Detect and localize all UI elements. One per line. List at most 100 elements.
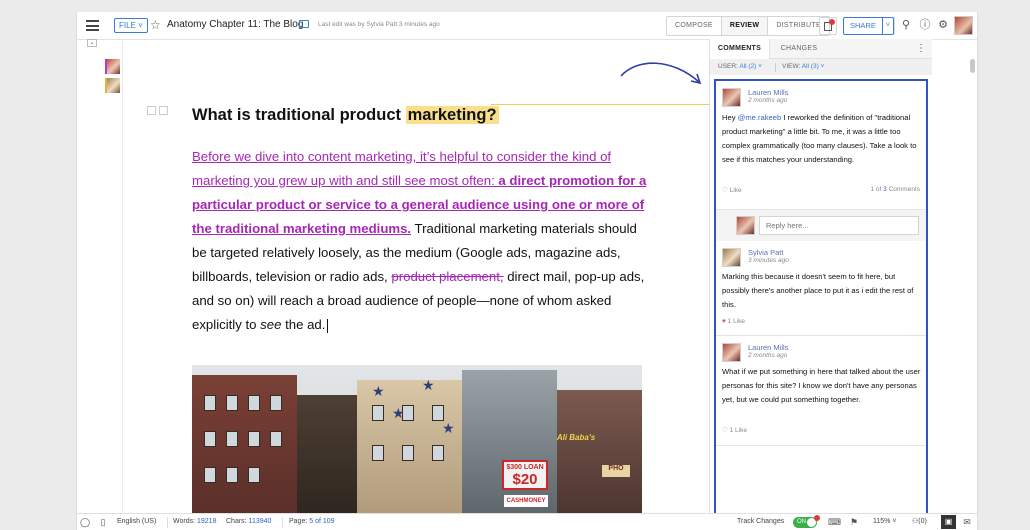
star-decoration-icon: ★ [422, 377, 435, 393]
storefront-sign: PHO [602, 465, 630, 477]
user-filter-value: All (2) ˅ [739, 63, 762, 70]
user-search-icon[interactable]: ⚲ [899, 18, 913, 32]
image-building [462, 370, 557, 515]
user-avatar[interactable] [954, 16, 973, 35]
reply-row [716, 209, 926, 241]
document-paragraph[interactable]: Before we dive into content marketing, i… [192, 145, 652, 337]
collaborator-avatar[interactable] [105, 59, 120, 74]
keyboard-icon[interactable]: ⌨ [828, 516, 841, 528]
comment-text-part: Hey [722, 113, 738, 122]
like-button[interactable]: ♡ 1 Like [722, 426, 747, 434]
avatar [722, 88, 741, 107]
document-alert-icon[interactable] [819, 17, 837, 35]
page-value: 5 [309, 518, 314, 525]
article-image[interactable]: ★ ★ ★ ★ Ali Baba's $300 LOAN $20 PHO CAS… [192, 365, 642, 515]
comment-timestamp: 2 months ago [748, 352, 788, 359]
add-block-icon[interactable] [147, 106, 156, 115]
comments-panel: COMMENTS CHANGES ⋮ USER: All (2) ˅ VIEW:… [709, 39, 932, 530]
more-options-icon[interactable]: ⋮ [916, 43, 926, 55]
flag-icon[interactable]: ⚑ [848, 516, 860, 528]
tab-comments[interactable]: COMMENTS [710, 39, 770, 59]
share-button[interactable]: SHARE ˅ [843, 17, 894, 35]
chevron-down-icon[interactable]: ⌄ [87, 39, 97, 47]
char-count: Chars: 113940 [226, 514, 271, 530]
emphasis-text: see [260, 317, 282, 332]
image-building [297, 395, 357, 515]
page-total: of 109 [315, 518, 335, 525]
avatar [722, 343, 741, 362]
text-cursor [327, 318, 329, 333]
image-building [557, 390, 642, 515]
commented-text-highlight[interactable]: marketing? [405, 106, 499, 124]
status-badge [814, 515, 820, 521]
comment-text: What if we put something in here that ta… [722, 367, 921, 404]
comment-author[interactable]: Lauren Mills [748, 343, 788, 352]
char-count-label: Chars: [226, 518, 247, 525]
status-divider [167, 517, 168, 528]
comment-filters: USER: All (2) ˅ VIEW: All (3) ˅ [710, 59, 932, 75]
user-filter[interactable]: USER: All (2) ˅ [718, 59, 762, 75]
like-label: 1 Like [729, 427, 747, 434]
count-suffix: Comments [886, 186, 920, 193]
star-decoration-icon: ★ [442, 420, 455, 436]
avatar [722, 248, 741, 267]
word-count: Words: 19218 [173, 514, 216, 530]
comment-icon[interactable]: ◯ [79, 516, 91, 528]
document-heading[interactable]: What is traditional product marketing? [192, 106, 499, 125]
block-tools [147, 106, 168, 115]
view-filter-label: VIEW: [782, 63, 801, 70]
last-edit-status: Last edit was by Sylvia Patt 3 minutes a… [318, 21, 440, 28]
star-icon[interactable]: ☆ [150, 18, 161, 32]
tab-changes[interactable]: CHANGES [770, 39, 828, 59]
page-indicator[interactable]: Page: 5 of 109 [289, 514, 335, 530]
share-label: SHARE [844, 18, 883, 34]
editor-app: FILE ˅ ☆ Anatomy Chapter 11: The Blog La… [76, 12, 978, 530]
comment-text: Marking this because it doesn't seem to … [722, 272, 914, 309]
document-alert-icon[interactable]: ▯ [97, 516, 109, 528]
tab-review[interactable]: REVIEW [721, 17, 769, 35]
panel-tabs: COMMENTS CHANGES ⋮ [710, 39, 932, 59]
language-selector[interactable]: English (US) [117, 514, 156, 530]
comment-timestamp: 2 months ago [748, 97, 788, 104]
collaborator-avatar[interactable] [105, 78, 120, 93]
user-mention[interactable]: @me.rakeeb [738, 113, 782, 122]
comment-count: 1 of 3 Comments [870, 186, 920, 193]
info-icon[interactable]: ⓘ [918, 18, 932, 32]
comment-card[interactable]: Lauren Mills 2 months ago What if we put… [716, 336, 926, 446]
notification-dot [829, 19, 835, 25]
document-title[interactable]: Anatomy Chapter 11: The Blog [167, 19, 303, 30]
comment-author[interactable]: Lauren Mills [748, 88, 788, 97]
storefront-sign: Ali Baba's [556, 433, 596, 442]
comment-card[interactable]: Sylvia Patt 3 minutes ago Marking this b… [716, 241, 926, 336]
comment-card[interactable]: Lauren Mills 2 months ago Hey @me.rakeeb… [716, 81, 926, 241]
like-button[interactable]: ♡ Like [722, 186, 742, 194]
status-divider [282, 517, 283, 528]
tracked-deletion[interactable]: product placement, [391, 269, 503, 284]
file-menu-button[interactable]: FILE ˅ [114, 18, 148, 33]
block-menu-icon[interactable] [159, 106, 168, 115]
comment-author[interactable]: Sylvia Patt [748, 248, 783, 257]
count-prefix: 1 of [870, 186, 884, 193]
view-filter[interactable]: VIEW: All (3) ˅ [782, 59, 824, 75]
margin-divider [122, 40, 123, 530]
tab-compose[interactable]: COMPOSE [667, 17, 722, 35]
heart-icon: ♡ [722, 427, 728, 434]
heart-icon: ♡ [722, 187, 728, 194]
like-button[interactable]: ♥ 1 Like [722, 318, 745, 325]
layout-toggle-icon[interactable]: ▣ [941, 515, 956, 529]
gear-icon[interactable]: ⚙ [936, 18, 950, 32]
char-count-value: 113940 [248, 518, 272, 525]
zoom-selector[interactable]: 115% ˅ [873, 514, 896, 530]
hamburger-icon[interactable] [86, 20, 99, 31]
track-changes-label: Track Changes [737, 518, 785, 525]
mail-icon[interactable]: ✉ [961, 516, 973, 528]
star-decoration-icon: ★ [372, 383, 385, 399]
comment-thread-list: Lauren Mills 2 months ago Hey @me.rakeeb… [714, 79, 928, 527]
storefront-sign: CASHMONEY [504, 495, 548, 507]
collaborators-indicator[interactable]: ⚇(0) [912, 514, 927, 530]
folder-icon[interactable] [299, 20, 309, 28]
reply-input[interactable] [759, 216, 919, 235]
share-dropdown-caret[interactable]: ˅ [883, 18, 893, 34]
word-count-value: 19218 [197, 518, 217, 525]
scrollbar-thumb[interactable] [970, 59, 975, 73]
